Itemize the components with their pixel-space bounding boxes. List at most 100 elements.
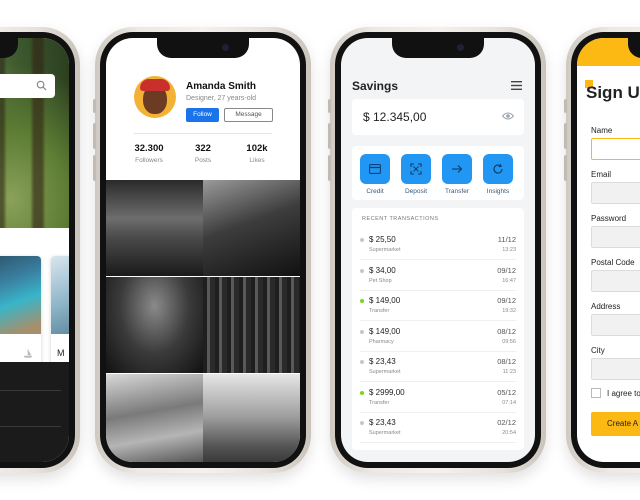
search-input[interactable] <box>0 74 55 98</box>
destination-card[interactable]: es <box>0 256 41 368</box>
transaction-time: 07:14 <box>502 399 516 406</box>
field-input[interactable] <box>591 270 640 292</box>
status-dot <box>360 238 364 242</box>
phone-profile: Amanda Smith Designer, 27 years-old Foll… <box>93 27 311 473</box>
stat-value: 322 <box>195 143 211 154</box>
page-title: Sign U <box>586 83 640 102</box>
destination-label: M <box>57 348 65 358</box>
stat-posts: 322 Posts <box>176 143 230 164</box>
balance-card: $ 12.345,00 <box>352 99 524 135</box>
card-icon <box>369 164 381 174</box>
transaction-time: 19:32 <box>502 308 516 314</box>
field-input[interactable] <box>591 358 640 380</box>
status-dot <box>360 299 364 303</box>
quick-actions: Credit Deposit Transfer Insights <box>352 146 524 200</box>
action-label: Credit <box>366 188 384 195</box>
transaction-row[interactable]: $ 23,43 Supermarket 02/12 20:54 <box>360 413 516 443</box>
arrow-right-icon <box>452 165 463 173</box>
field-label: Email <box>591 170 612 179</box>
field-label: Postal Code <box>591 258 635 267</box>
destination-card[interactable]: M <box>51 256 69 368</box>
field-input[interactable] <box>591 138 640 160</box>
transaction-category: Supermarket <box>369 247 401 253</box>
field-input[interactable] <box>591 226 640 248</box>
follow-button[interactable]: Follow <box>186 108 219 122</box>
photo-street[interactable] <box>106 180 203 276</box>
photo-hills[interactable] <box>203 374 300 462</box>
destination-image <box>51 256 69 334</box>
transaction-category: Pet Shop <box>369 277 392 284</box>
boat-icon <box>23 349 33 358</box>
field-input[interactable] <box>591 182 640 204</box>
transaction-amount: $ 2999,00 <box>369 387 405 397</box>
agree-checkbox[interactable] <box>591 388 601 398</box>
transactions-card: RECENT TRANSACTIONS $ 25,50 Supermarket 11… <box>352 208 524 450</box>
create-account-button[interactable]: Create A <box>591 412 640 436</box>
transaction-time: 11:23 <box>502 369 516 375</box>
scan-icon <box>410 163 422 175</box>
status-dot <box>360 329 364 334</box>
footer-divider <box>0 390 61 391</box>
transaction-row[interactable]: $ 149,00 Pharmacy 08/12 09:56 <box>360 322 516 352</box>
status-dot <box>360 268 364 273</box>
status-dot <box>360 390 364 395</box>
photo-buildings[interactable] <box>203 180 300 276</box>
mockup-stage: es M y <box>0 0 640 500</box>
transaction-amount: $ 34,00 <box>369 265 396 275</box>
transaction-amount: $ 23,43 <box>369 418 396 427</box>
transaction-date: 08/12 <box>497 357 516 366</box>
field-label: Name <box>591 126 613 135</box>
transaction-row[interactable]: $ 23,43 Supermarket 08/12 11:23 <box>360 352 516 382</box>
avatar <box>134 76 176 118</box>
status-dot <box>360 360 364 364</box>
forest-hero-image <box>0 38 69 228</box>
photo-mountain-night[interactable] <box>106 277 203 373</box>
transaction-date: 02/12 <box>497 418 516 427</box>
phone-signup: Sign U Name Email Password Postal Code Addre… <box>564 27 640 473</box>
transaction-row[interactable]: $ 2999,00 Transfer 05/12 07:14 <box>360 383 516 413</box>
transaction-time: 20:54 <box>502 430 516 436</box>
action-label: Insights <box>486 188 510 195</box>
transaction-date: 09/12 <box>497 265 516 275</box>
coast-image <box>0 256 41 334</box>
transactions-heading: RECENT TRANSACTIONS <box>362 216 439 222</box>
transaction-amount: $ 23,43 <box>369 357 396 366</box>
profile-subtitle: Designer, 27 years-old <box>186 95 257 102</box>
stat-label: Posts <box>194 157 212 164</box>
field-label: Address <box>591 302 621 311</box>
field-label: Password <box>591 214 627 223</box>
action-label: Deposit <box>404 188 428 195</box>
photo-coast[interactable] <box>106 374 203 462</box>
transaction-row[interactable]: $ 149,00 Transfer 09/12 19:32 <box>360 291 516 321</box>
action-transfer[interactable]: Transfer <box>436 154 478 195</box>
action-credit[interactable]: Credit <box>354 154 396 195</box>
page-title: Savings <box>352 79 399 93</box>
transaction-row[interactable]: $ 34,00 Pet Shop 09/12 16:47 <box>360 261 516 291</box>
message-button[interactable]: Message <box>224 108 273 122</box>
eye-icon[interactable] <box>502 112 514 120</box>
action-insights[interactable]: Insights <box>477 154 519 195</box>
stat-label: Followers <box>135 157 163 164</box>
transaction-amount: $ 149,00 <box>369 326 401 336</box>
transaction-time: 16:47 <box>502 277 516 284</box>
hamburger-menu-icon[interactable] <box>511 81 522 90</box>
status-dot <box>360 421 364 425</box>
transaction-category: Transfer <box>369 399 390 406</box>
profile-screen: Amanda Smith Designer, 27 years-old Foll… <box>106 38 300 462</box>
travel-screen: es M y <box>0 38 69 462</box>
stat-likes: 102k Likes <box>230 143 284 164</box>
transaction-category: Pharmacy <box>369 338 394 345</box>
action-deposit[interactable]: Deposit <box>395 154 437 195</box>
transaction-category: Supermarket <box>369 369 401 375</box>
transaction-date: 11/12 <box>497 235 516 244</box>
footer-divider <box>0 426 61 427</box>
agree-label: I agree to <box>607 389 640 398</box>
field-input[interactable] <box>591 314 640 336</box>
transaction-row[interactable]: $ 25,50 Supermarket 11/12 13:23 <box>360 230 516 260</box>
stat-followers: 32.300 Followers <box>122 143 176 164</box>
stat-label: Likes <box>249 157 265 164</box>
photo-forest[interactable] <box>203 277 300 373</box>
phone-savings: Savings $ 12.345,00 Credit Deposit Trans… <box>328 27 546 473</box>
transaction-date: 05/12 <box>497 387 516 397</box>
balance-amount: $ 12.345,00 <box>363 110 427 124</box>
